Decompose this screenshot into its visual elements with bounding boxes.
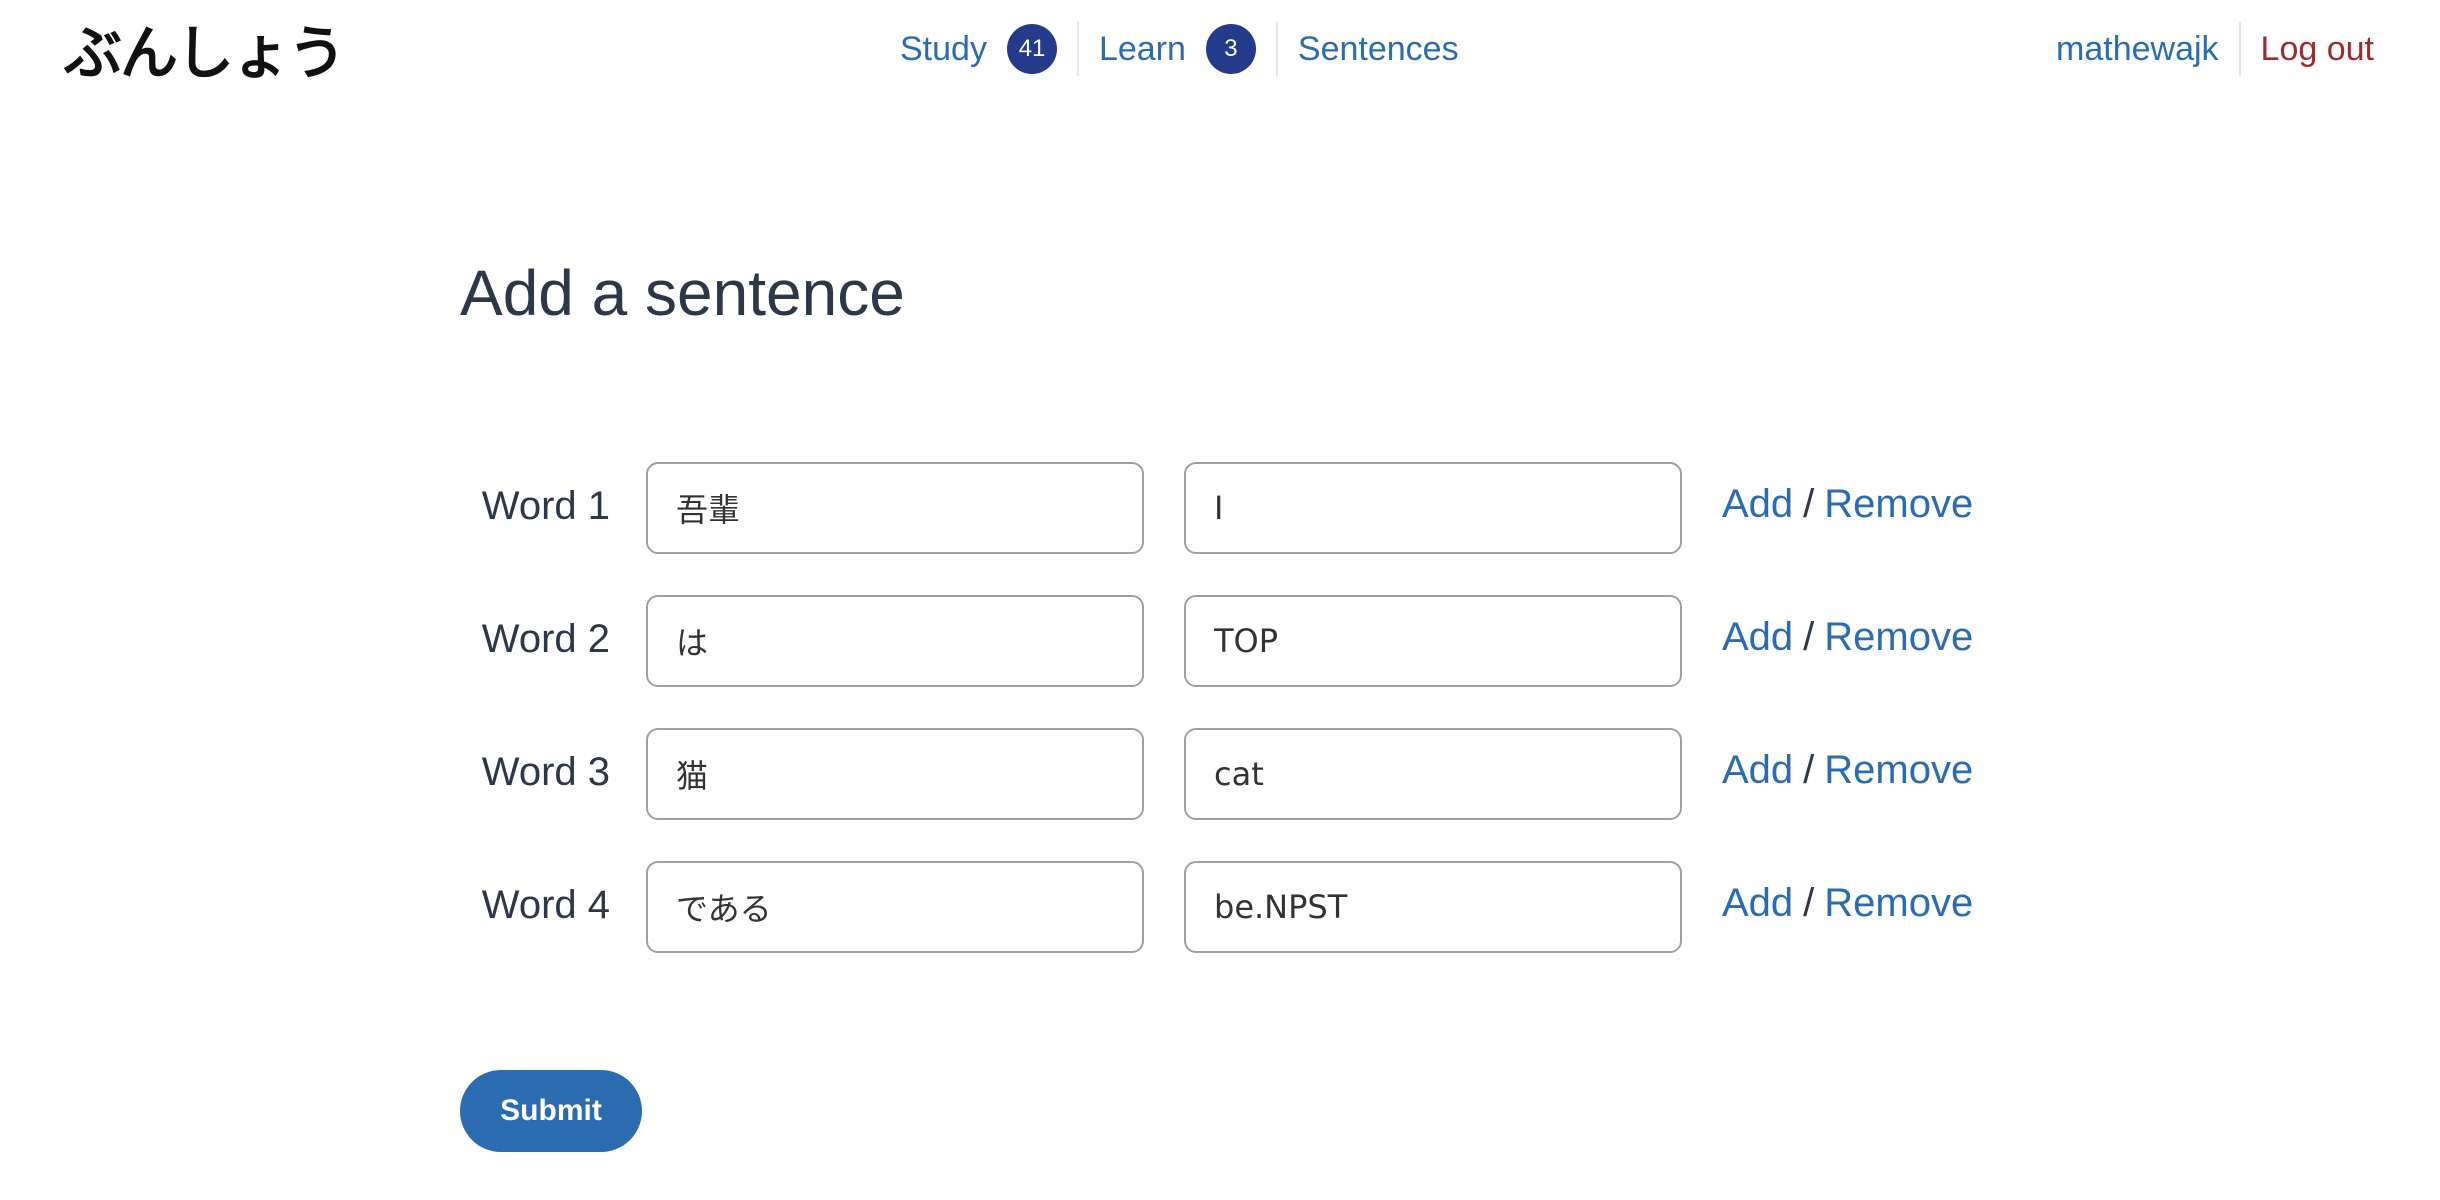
remove-word-link[interactable]: Remove	[1824, 615, 1973, 659]
add-word-link[interactable]: Add	[1722, 881, 1793, 925]
app-logo[interactable]: ぶんしょう	[64, 6, 346, 90]
action-separator: /	[1803, 482, 1815, 526]
gloss-input[interactable]	[1184, 462, 1682, 554]
gloss-input[interactable]	[1184, 861, 1682, 953]
learn-count-badge: 3	[1205, 24, 1256, 74]
word-row: Word 3 Add/Remove	[460, 728, 2000, 820]
nav-item-sentences: Sentences	[1275, 22, 1479, 76]
word-label: Word 2	[481, 617, 610, 661]
remove-word-link[interactable]: Remove	[1824, 748, 1973, 792]
japanese-word-input[interactable]	[646, 728, 1144, 820]
remove-word-link[interactable]: Remove	[1824, 881, 1973, 925]
row-actions: Add / Remove	[1722, 748, 1973, 793]
japanese-word-input[interactable]	[646, 595, 1144, 687]
logout-item: Log out	[2238, 22, 2374, 76]
main-nav: Study 41 Learn 3 Sentences	[900, 22, 1479, 76]
add-word-link[interactable]: Add	[1722, 615, 1793, 659]
nav-link-sentences[interactable]: Sentences	[1298, 30, 1459, 69]
japanese-word-input[interactable]	[646, 861, 1144, 953]
page-title: Add a sentence	[460, 257, 905, 329]
gloss-input[interactable]	[1184, 595, 1682, 687]
action-separator: /	[1803, 881, 1815, 925]
add-word-link[interactable]: Add	[1722, 482, 1793, 526]
japanese-word-input[interactable]	[646, 462, 1144, 554]
add-word-link[interactable]: Add	[1722, 748, 1793, 792]
word-label: Word 3	[481, 750, 610, 794]
word-row: Word 4 Add/Remove	[460, 861, 2000, 953]
word-row: Word 2 Add/Remove	[460, 595, 2000, 687]
user-item: mathewajk	[2056, 22, 2239, 76]
row-actions: Add / Remove	[1722, 615, 1973, 660]
submit-button[interactable]: Submit	[460, 1070, 642, 1152]
nav-link-study[interactable]: Study	[900, 30, 987, 69]
action-separator: /	[1803, 748, 1815, 792]
study-count-badge: 41	[1006, 24, 1057, 74]
action-separator: /	[1803, 615, 1815, 659]
nav-item-study: Study 41	[900, 22, 1077, 76]
gloss-input[interactable]	[1184, 728, 1682, 820]
user-nav: mathewajk Log out	[2056, 22, 2374, 76]
top-bar: ぶんしょう Study 41 Learn 3 Sentences mathewa…	[0, 0, 2440, 100]
word-label: Word 1	[481, 484, 610, 528]
nav-item-learn: Learn 3	[1076, 22, 1276, 76]
logout-link[interactable]: Log out	[2261, 30, 2374, 69]
row-actions: Add / Remove	[1722, 482, 1973, 527]
remove-word-link[interactable]: Remove	[1824, 482, 1973, 526]
nav-link-learn[interactable]: Learn	[1099, 30, 1186, 69]
word-row: Word 1 Add/Remove	[460, 462, 2000, 554]
row-actions: Add / Remove	[1722, 881, 1973, 926]
username-link[interactable]: mathewajk	[2056, 30, 2219, 69]
word-label: Word 4	[481, 883, 610, 927]
